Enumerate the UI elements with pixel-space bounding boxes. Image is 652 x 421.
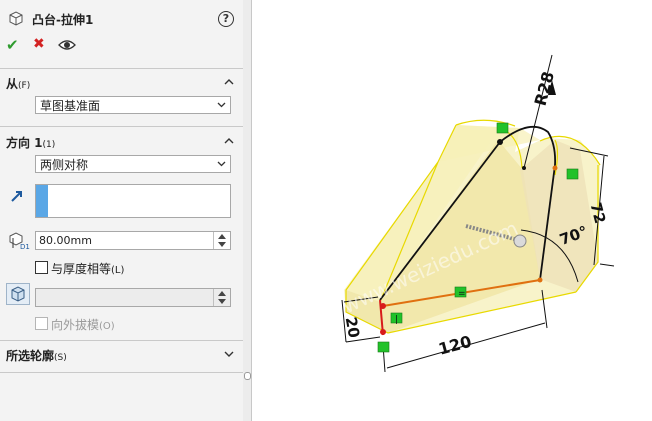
splitter-handle[interactable] (244, 372, 251, 380)
depth-spinner[interactable] (213, 232, 230, 249)
collapse-chevron-icon[interactable] (224, 77, 234, 87)
length-dimension[interactable]: 120 (436, 332, 473, 359)
help-icon[interactable]: ? (218, 11, 234, 27)
selection-highlight (36, 185, 48, 217)
ok-check-icon[interactable]: ✔ (6, 36, 19, 54)
graphics-viewport[interactable]: R28 72 70° 120 20 = | www.weiziedu.com (252, 0, 652, 421)
divider (0, 126, 243, 127)
draft-outward-checkbox (35, 317, 48, 330)
from-section-title[interactable]: 从(F) (6, 75, 30, 92)
depth-d1-icon: D1 (9, 232, 30, 250)
draft-toggle-button[interactable] (6, 283, 30, 305)
property-manager-panel: 凸台-拉伸1 ? ✔ ✖ 从(F) 草图基准面 方向 1(1) 两侧对称 D1 (0, 0, 244, 421)
parallel-relation-text: = (458, 289, 466, 299)
divider (0, 372, 243, 373)
panel-splitter[interactable] (243, 0, 252, 421)
boss-extrude-icon (9, 11, 23, 26)
draft-outward-option: 向外拔模(O) (35, 316, 115, 333)
draft-icon (11, 286, 25, 302)
cancel-x-icon[interactable]: ✖ (33, 36, 45, 52)
draft-angle-spinner (213, 289, 230, 306)
action-row: ✔ ✖ (0, 36, 243, 56)
dropdown-arrow-icon (217, 161, 226, 167)
expand-chevron-icon[interactable] (224, 349, 234, 359)
feature-title-bar: 凸台-拉伸1 ? (0, 0, 243, 34)
selected-contours-section-title[interactable]: 所选轮廓(S) (6, 347, 67, 364)
vertical-relation-text: | (395, 315, 398, 325)
end-condition-select[interactable]: 两侧对称 (35, 155, 231, 173)
draft-angle-input (35, 288, 231, 307)
radius-dimension[interactable]: R28 (531, 69, 558, 107)
tangent-relation-icon (496, 122, 509, 134)
svg-text:D1: D1 (20, 243, 30, 250)
fixed-relation-icon (377, 341, 390, 353)
direction1-section-title[interactable]: 方向 1(1) (6, 134, 55, 151)
collapse-chevron-icon[interactable] (224, 136, 234, 146)
direction-reference-box[interactable] (35, 184, 231, 218)
merge-thickness-checkbox[interactable] (35, 261, 48, 274)
feature-title: 凸台-拉伸1 (32, 13, 94, 27)
dropdown-arrow-icon (217, 102, 226, 108)
thickness-dimension[interactable]: 20 (342, 316, 363, 340)
tangent-relation-icon (566, 168, 579, 180)
divider (0, 340, 243, 341)
merge-thickness-option[interactable]: 与厚度相等(L) (35, 260, 124, 277)
depth-input[interactable]: 80.00mm (35, 231, 231, 250)
from-start-select[interactable]: 草图基准面 (35, 96, 231, 114)
preview-eye-icon[interactable] (58, 38, 76, 52)
divider (0, 68, 243, 69)
direction-arrow-icon[interactable] (10, 189, 24, 203)
